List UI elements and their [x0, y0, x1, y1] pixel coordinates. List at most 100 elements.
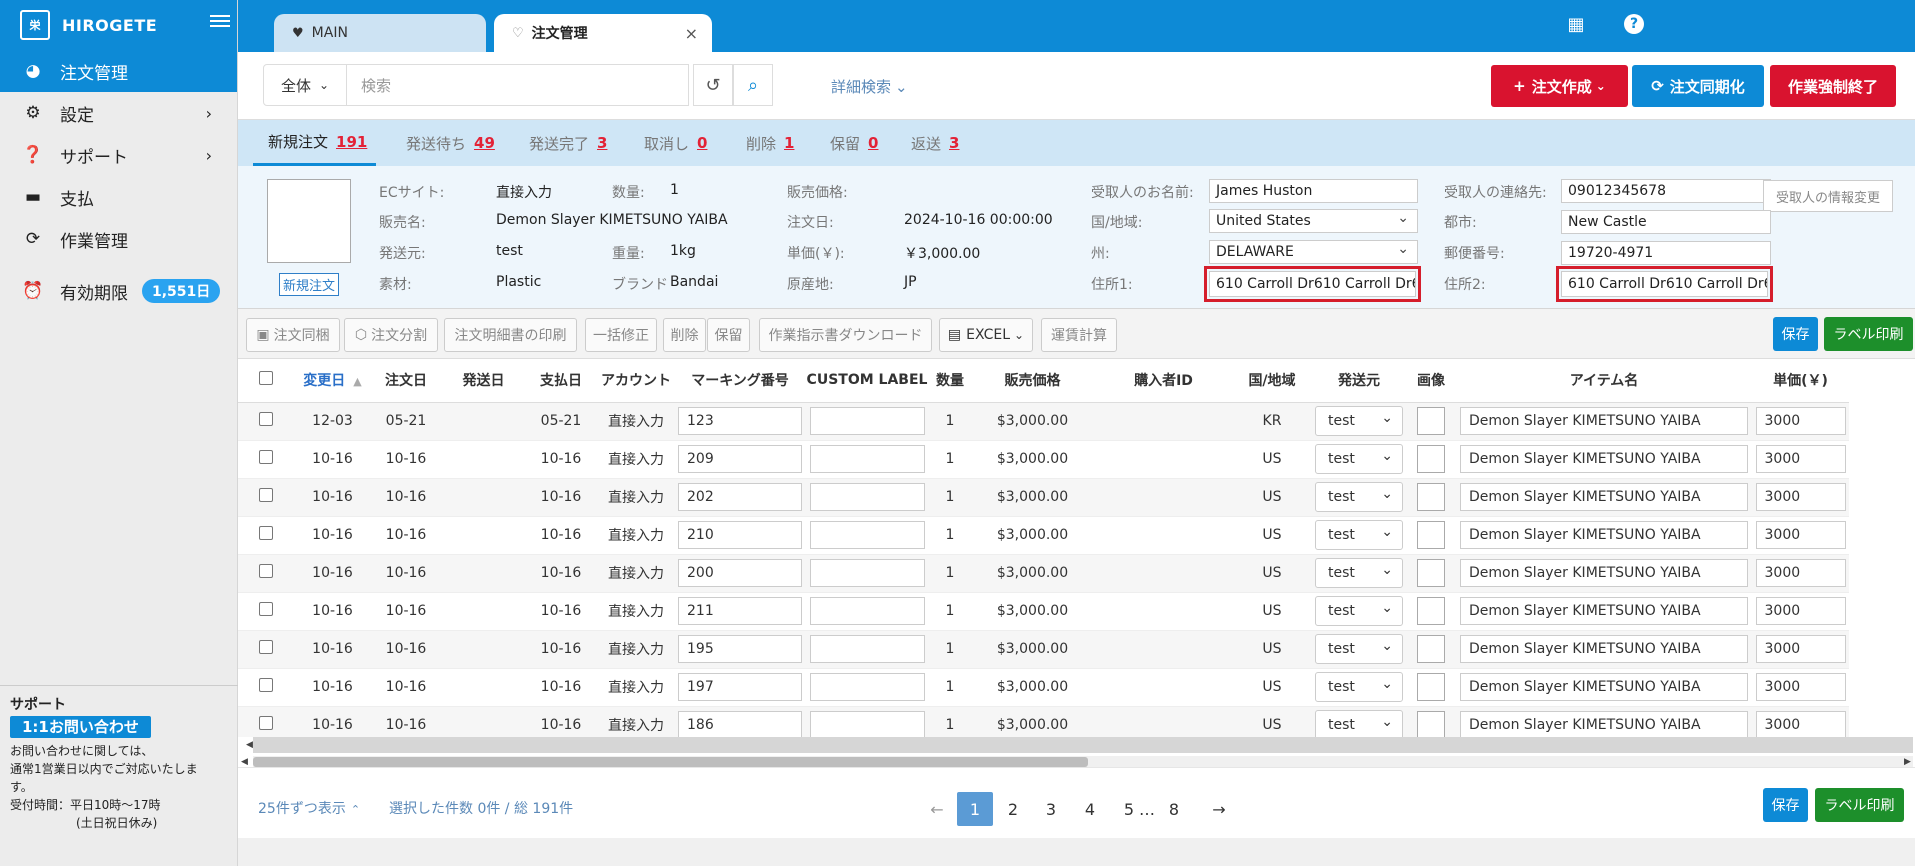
advanced-search-link[interactable]: 詳細検索 ⌄: [831, 76, 908, 97]
recipient-name-field[interactable]: James Huston: [1209, 179, 1418, 203]
ship-from-select[interactable]: test: [1315, 594, 1403, 626]
sidebar-item-settings[interactable]: ⚙ 設定 ›: [0, 92, 237, 134]
table-row[interactable]: 12-0305-2105-21直接入力1231$3,000.00KRtestDe…: [238, 402, 1849, 441]
unit-price-input[interactable]: 3000: [1755, 597, 1846, 625]
column-header[interactable]: マーキング番号: [676, 359, 804, 403]
row-checkbox[interactable]: [259, 716, 273, 730]
change-recipient-button[interactable]: 受取人の情報変更: [1763, 180, 1893, 212]
item-name-input[interactable]: Demon Slayer KIMETSUNO YAIBA: [1460, 597, 1748, 625]
scroll-right-icon[interactable]: ▶: [1904, 757, 1911, 767]
scroll-left-icon[interactable]: ◀: [246, 740, 253, 750]
hamburger-menu-icon[interactable]: [210, 15, 230, 31]
unit-price-input[interactable]: 3000: [1755, 483, 1846, 511]
state-select[interactable]: DELAWARE: [1209, 240, 1418, 264]
ship-from-select[interactable]: test: [1315, 708, 1403, 737]
row-checkbox[interactable]: [259, 640, 273, 654]
column-header[interactable]: 国/地域: [1232, 359, 1312, 403]
shipping-calc-button[interactable]: 運賃計算: [1041, 318, 1117, 352]
unit-price-input[interactable]: 3000: [1755, 445, 1846, 473]
column-header[interactable]: 変更日 ▲: [294, 359, 371, 403]
item-name-input[interactable]: Demon Slayer KIMETSUNO YAIBA: [1460, 445, 1748, 473]
column-header[interactable]: アイテム名: [1456, 359, 1752, 403]
search-icon[interactable]: ⌕: [733, 64, 773, 106]
scroll-track[interactable]: [253, 737, 1913, 753]
custom-label-input[interactable]: [809, 407, 925, 435]
table-row[interactable]: 10-1610-1610-16直接入力2111$3,000.00UStestDe…: [238, 592, 1849, 631]
scroll-thumb[interactable]: [253, 757, 1088, 767]
bulk-edit-button[interactable]: 一括修正: [585, 318, 657, 352]
footer-label-print-button[interactable]: ラベル印刷: [1815, 788, 1904, 822]
contact-button[interactable]: 1:1お問い合わせ: [10, 716, 151, 738]
tab-cancelled[interactable]: 取消し 0: [644, 120, 707, 166]
row-checkbox[interactable]: [259, 564, 273, 578]
tab-awaiting-shipment[interactable]: 発送待ち 49: [406, 120, 495, 166]
sidebar-item-expiry[interactable]: ⏰ 有効期限 1,551日: [0, 270, 237, 312]
sync-orders-button[interactable]: ⟳ 注文同期化: [1632, 65, 1764, 107]
sidebar-item-payment[interactable]: ▬ 支払: [0, 176, 237, 218]
next-page-button[interactable]: →: [1201, 792, 1237, 826]
unit-price-input[interactable]: 3000: [1755, 521, 1846, 549]
tab-new-orders[interactable]: 新規注文 191: [253, 120, 376, 166]
table-row[interactable]: 10-1610-1610-16直接入力2001$3,000.00UStestDe…: [238, 554, 1849, 593]
merge-orders-button[interactable]: ▣ 注文同梱: [246, 318, 340, 352]
help-icon[interactable]: ?: [1624, 14, 1644, 34]
ship-from-select[interactable]: test: [1315, 556, 1403, 588]
marking-number-input[interactable]: 123: [678, 407, 802, 435]
ship-from-select[interactable]: test: [1315, 404, 1403, 436]
search-input[interactable]: 検索: [347, 64, 689, 106]
tab-order-management[interactable]: ♡ 注文管理 ×: [494, 14, 712, 52]
print-statement-button[interactable]: 注文明細書の印刷: [444, 318, 577, 352]
column-header[interactable]: 購入者ID: [1095, 359, 1232, 403]
footer-save-button[interactable]: 保存: [1763, 788, 1808, 822]
custom-label-input[interactable]: [809, 559, 925, 587]
save-button[interactable]: 保存: [1773, 317, 1818, 351]
marking-number-input[interactable]: 211: [678, 597, 802, 625]
download-instructions-button[interactable]: 作業指示書ダウンロード: [759, 318, 932, 352]
item-name-input[interactable]: Demon Slayer KIMETSUNO YAIBA: [1460, 635, 1748, 663]
column-header[interactable]: 支払日: [526, 359, 596, 403]
table-row[interactable]: 10-1610-1610-16直接入力1861$3,000.00UStestDe…: [238, 706, 1849, 737]
table-row[interactable]: 10-1610-1610-16直接入力2091$3,000.00UStestDe…: [238, 440, 1849, 479]
hold-button[interactable]: 保留: [707, 318, 750, 352]
sidebar-item-order-management[interactable]: ◕ 注文管理: [0, 50, 237, 92]
unit-price-input[interactable]: 3000: [1755, 407, 1846, 435]
row-checkbox[interactable]: [259, 526, 273, 540]
marking-number-input[interactable]: 195: [678, 635, 802, 663]
item-name-input[interactable]: Demon Slayer KIMETSUNO YAIBA: [1460, 559, 1748, 587]
marking-number-input[interactable]: 197: [678, 673, 802, 701]
unit-price-input[interactable]: 3000: [1755, 711, 1846, 737]
prev-page-button[interactable]: ←: [919, 792, 955, 826]
excel-button[interactable]: ▤ EXCEL ⌄: [939, 318, 1033, 352]
sidebar-item-task-management[interactable]: ⟳ 作業管理: [0, 218, 237, 260]
select-all-checkbox[interactable]: [259, 371, 273, 386]
ship-from-select[interactable]: test: [1315, 442, 1403, 474]
column-header[interactable]: アカウント: [596, 359, 676, 403]
item-name-input[interactable]: Demon Slayer KIMETSUNO YAIBA: [1460, 521, 1748, 549]
recipient-contact-field[interactable]: 09012345678: [1561, 179, 1771, 203]
tab-deleted[interactable]: 削除 1: [746, 120, 794, 166]
ship-from-select[interactable]: test: [1315, 480, 1403, 512]
item-name-input[interactable]: Demon Slayer KIMETSUNO YAIBA: [1460, 711, 1748, 737]
per-page-select[interactable]: 25件ずつ表示 ⌃: [258, 798, 360, 818]
custom-label-input[interactable]: [809, 483, 925, 511]
custom-label-input[interactable]: [809, 635, 925, 663]
row-checkbox[interactable]: [259, 678, 273, 692]
close-icon[interactable]: ×: [685, 24, 698, 43]
tab-main[interactable]: ♥ MAIN: [274, 14, 486, 52]
delete-button[interactable]: 削除: [663, 318, 706, 352]
city-field[interactable]: New Castle: [1561, 210, 1771, 234]
page-3[interactable]: 3: [1033, 792, 1069, 826]
custom-label-input[interactable]: [809, 521, 925, 549]
table-row[interactable]: 10-1610-1610-16直接入力1951$3,000.00UStestDe…: [238, 630, 1849, 669]
row-checkbox[interactable]: [259, 450, 273, 464]
row-checkbox[interactable]: [259, 412, 273, 426]
scroll-left-icon[interactable]: ◀: [241, 757, 248, 767]
zip-field[interactable]: 19720-4971: [1561, 241, 1771, 265]
table-row[interactable]: 10-1610-1610-16直接入力1971$3,000.00UStestDe…: [238, 668, 1849, 707]
marking-number-input[interactable]: 200: [678, 559, 802, 587]
page-2[interactable]: 2: [995, 792, 1031, 826]
ship-from-select[interactable]: test: [1315, 670, 1403, 702]
marking-number-input[interactable]: 210: [678, 521, 802, 549]
force-end-button[interactable]: 作業強制終了: [1770, 65, 1896, 107]
column-header[interactable]: 注文日: [371, 359, 441, 403]
